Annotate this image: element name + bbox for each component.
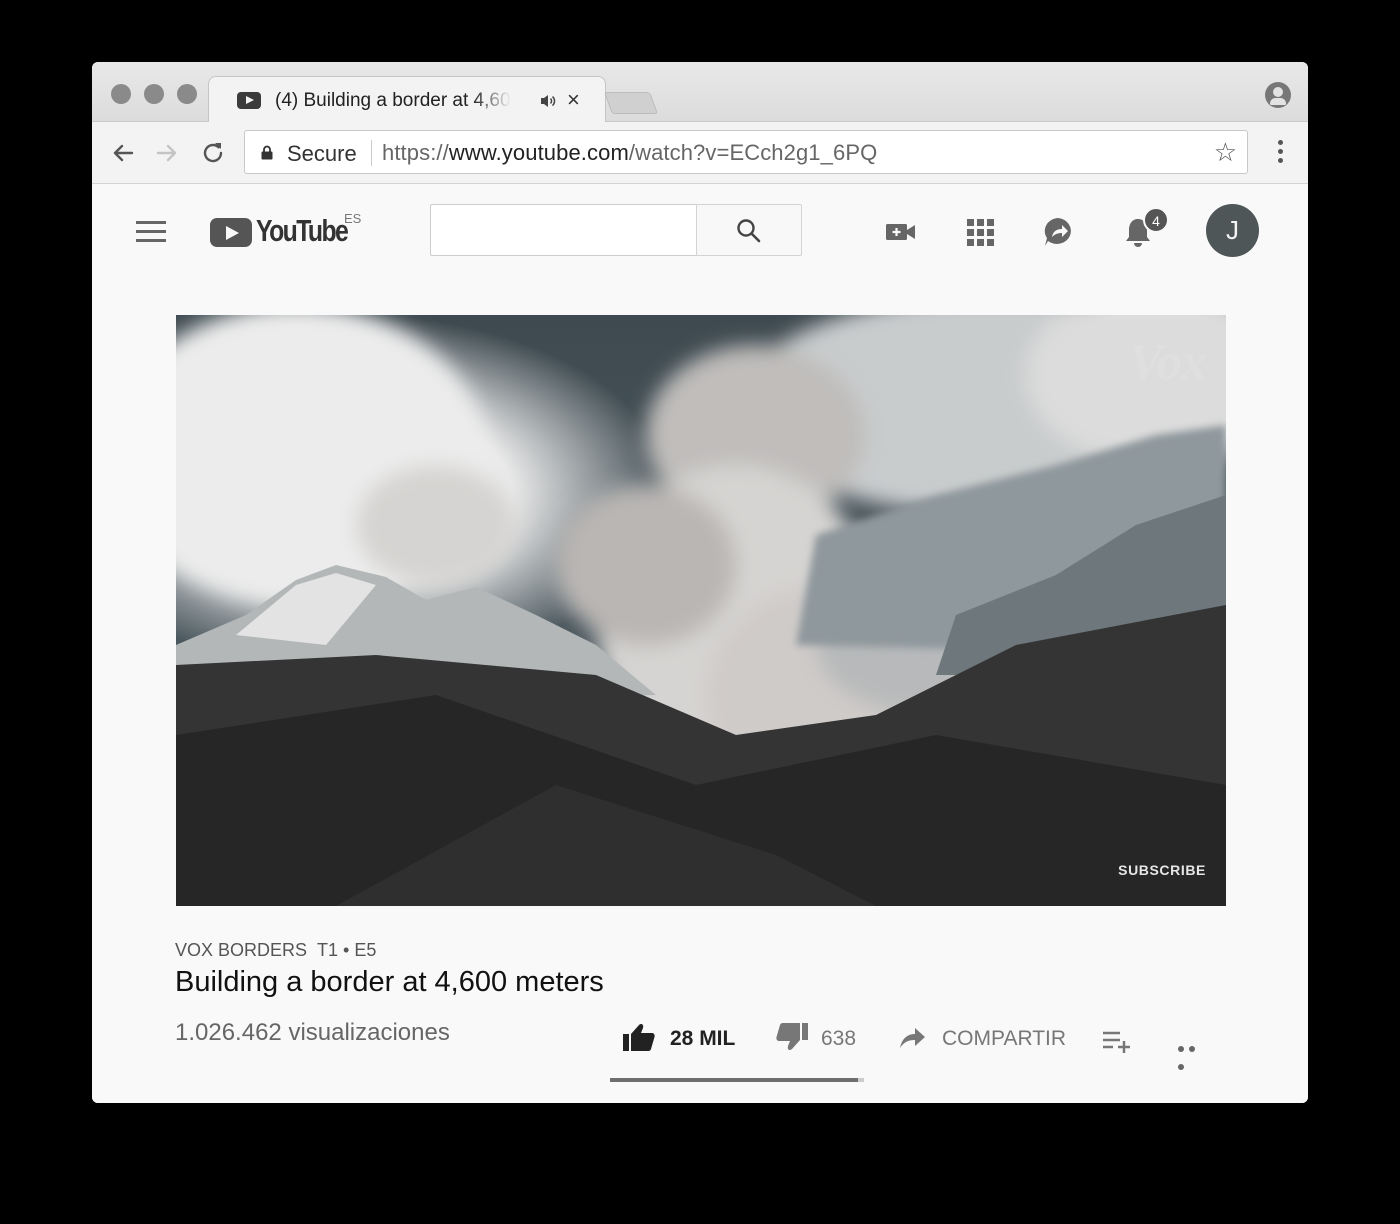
- zoom-window-button[interactable]: [177, 84, 197, 104]
- series-link[interactable]: VOX BORDERS: [175, 940, 307, 960]
- reload-icon[interactable]: [198, 138, 228, 168]
- tab-strip: (4) Building a border at 4,600 meters ×: [92, 62, 1308, 123]
- close-window-button[interactable]: [111, 84, 131, 104]
- browser-menu-icon[interactable]: [1278, 140, 1284, 166]
- guide-menu-icon[interactable]: [136, 221, 166, 243]
- search-icon: [737, 219, 761, 243]
- back-arrow-icon[interactable]: [108, 138, 138, 168]
- country-code: ES: [344, 211, 362, 226]
- url-scheme: https://: [382, 140, 449, 165]
- share-messages-icon[interactable]: [1041, 215, 1075, 249]
- youtube-logo-icon[interactable]: [210, 218, 252, 247]
- browser-tab[interactable]: (4) Building a border at 4,600 meters ×: [208, 76, 606, 123]
- bookmark-star-icon[interactable]: ☆: [1214, 138, 1237, 166]
- dislike-count: 638: [821, 1027, 857, 1050]
- youtube-favicon-icon: [237, 92, 261, 109]
- youtube-wordmark[interactable]: YouTube: [256, 213, 349, 249]
- url-domain: www.youtube.com: [448, 140, 629, 165]
- view-count: 1.026.462 visualizaciones: [175, 1019, 450, 1046]
- channel-watermark[interactable]: Vox: [1128, 333, 1207, 392]
- thumbs-down-icon: [776, 1023, 808, 1050]
- thumbs-up-icon: [623, 1024, 655, 1051]
- upload-video-icon[interactable]: [884, 215, 918, 249]
- episode-label: T1 • E5: [317, 940, 377, 960]
- new-tab-button[interactable]: [603, 92, 659, 114]
- speaker-icon[interactable]: [539, 92, 557, 110]
- browser-toolbar: Secure https://www.youtube.com/watch?v=E…: [92, 122, 1308, 184]
- account-avatar[interactable]: J: [1206, 204, 1259, 257]
- minimize-window-button[interactable]: [144, 84, 164, 104]
- address-divider: [371, 140, 372, 166]
- video-frame-mountains: [176, 315, 1226, 906]
- youtube-page: YouTube ES 4 J Vox SUBSCRIBE VOX BORDERS…: [92, 185, 1308, 1103]
- share-label: COMPARTIR: [942, 1027, 1067, 1050]
- like-count: 28 MIL: [670, 1027, 736, 1050]
- series-line: VOX BORDERS T1 • E5: [175, 940, 376, 961]
- subscribe-overlay-button[interactable]: SUBSCRIBE: [1118, 862, 1206, 878]
- video-title: Building a border at 4,600 meters: [175, 966, 604, 998]
- tab-close-icon[interactable]: ×: [567, 86, 580, 114]
- apps-grid-icon[interactable]: [963, 215, 997, 249]
- address-bar[interactable]: Secure https://www.youtube.com/watch?v=E…: [244, 130, 1248, 174]
- video-player[interactable]: Vox SUBSCRIBE: [176, 315, 1226, 906]
- profile-icon[interactable]: [1265, 82, 1291, 108]
- more-actions-icon[interactable]: [1178, 1039, 1210, 1070]
- browser-window: (4) Building a border at 4,600 meters ×: [92, 62, 1308, 1103]
- url-path: /watch?v=ECch2g1_6PQ: [628, 140, 878, 165]
- notification-count-badge: 4: [1143, 207, 1169, 233]
- security-label: Secure: [287, 141, 357, 166]
- forward-arrow-icon[interactable]: [152, 138, 182, 168]
- sentiment-like-fill: [610, 1078, 859, 1082]
- tab-title: (4) Building a border at 4,600 meters: [275, 90, 511, 111]
- search-input[interactable]: [430, 204, 698, 256]
- share-arrow-icon: [900, 1028, 925, 1048]
- lock-icon: [261, 145, 273, 160]
- url-text[interactable]: https://www.youtube.com/watch?v=ECch2g1_…: [382, 140, 877, 166]
- search-button[interactable]: [696, 204, 802, 256]
- like-dislike-sentiment-bar: [610, 1078, 864, 1082]
- add-to-playlist-icon[interactable]: [1102, 1029, 1132, 1053]
